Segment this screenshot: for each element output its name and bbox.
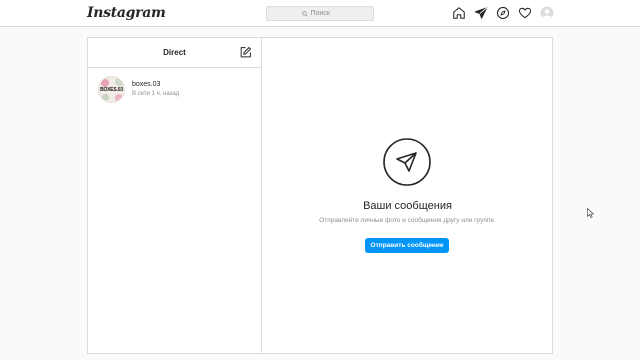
new-message-icon[interactable] [239,46,252,59]
avatar-flower-decoration [101,79,109,87]
send-message-button[interactable]: Отправить сообщение [365,238,449,253]
heart-icon[interactable] [518,6,532,20]
avatar-brand-text: BOXES.03 [100,87,123,93]
explore-icon[interactable] [496,6,510,20]
search-input[interactable] [310,10,339,17]
conversation-item[interactable]: BOXES.03 boxes.03 В сети 1 ч. назад [88,69,261,109]
message-pane: Ваши сообщения Отправляйте личные фото и… [263,38,552,353]
conversation-avatar: BOXES.03 [98,76,125,103]
profile-avatar[interactable] [540,6,554,20]
conversation-username: boxes.03 [132,81,161,88]
search-box[interactable] [266,6,374,21]
search-icon [301,10,308,17]
direct-title: Direct [163,48,186,57]
instagram-logo[interactable]: Instagram [87,5,166,21]
avatar-flower-decoration [115,94,123,102]
conversation-list-header: Direct [88,38,261,68]
direct-inbox-panel: Direct BOXES.03 boxes.03 В сети 1 ч. наз… [87,37,553,354]
top-navigation-bar: Instagram [0,0,640,27]
direct-icon[interactable] [474,6,488,20]
home-icon[interactable] [452,6,466,20]
conversation-last-active: В сети 1 ч. назад [132,91,180,97]
direct-message-icon [383,138,431,186]
empty-state-subtitle: Отправляйте личные фото и сообщения друг… [319,217,496,224]
conversation-list: Direct BOXES.03 boxes.03 В сети 1 ч. наз… [88,38,262,353]
mouse-cursor-icon [587,208,594,218]
avatar-leaf-decoration [115,78,124,86]
avatar-leaf-decoration [102,94,109,101]
empty-state-title: Ваши сообщения [363,200,452,212]
